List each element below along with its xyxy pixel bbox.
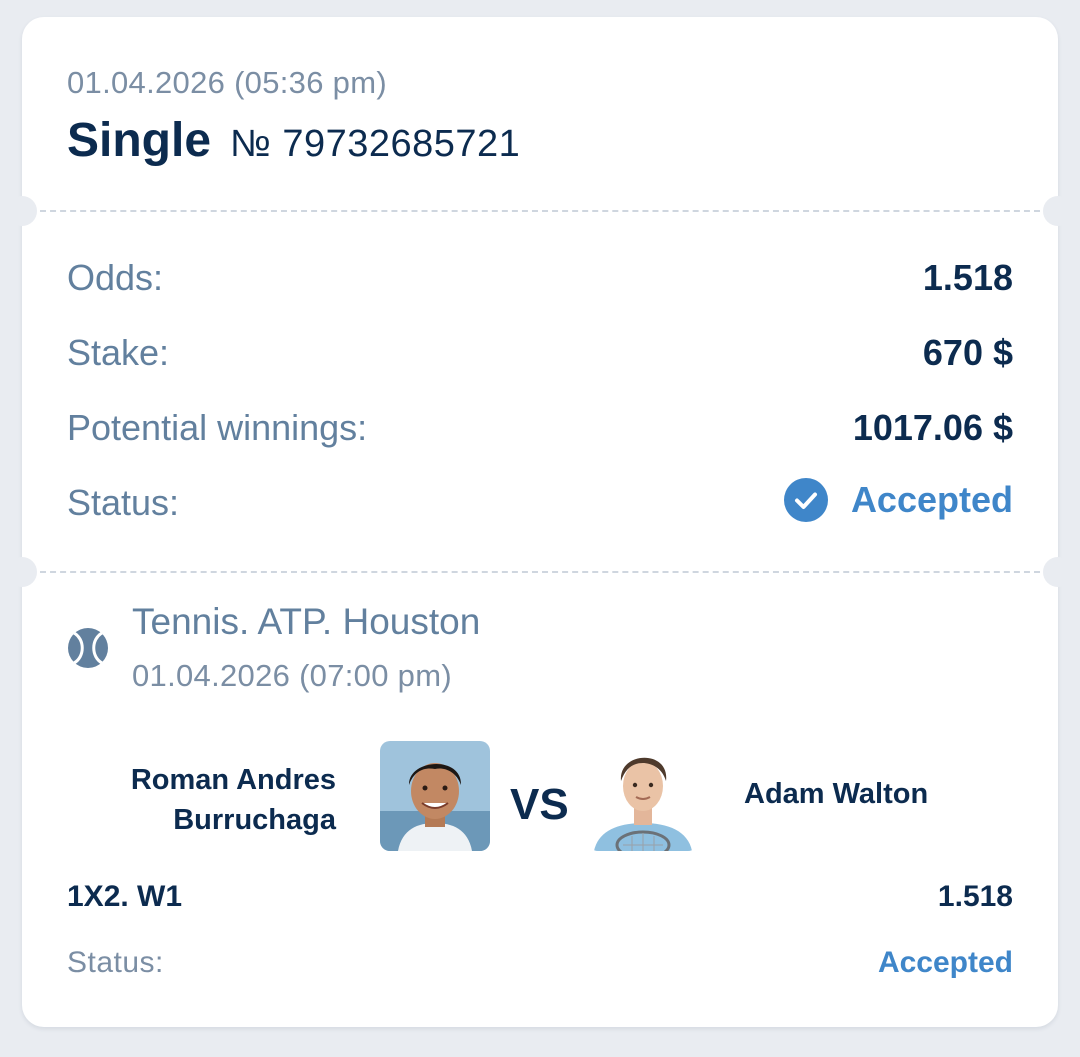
bet-datetime: 01.04.2026 (05:36 pm) — [67, 65, 387, 100]
bet-number: № 79732685721 — [230, 123, 521, 165]
status-indicator: Accepted — [783, 478, 1013, 522]
ticket-notch-left — [7, 557, 37, 587]
team1-name-line2: Burruchaga — [173, 804, 336, 836]
ticket-notch-right — [1043, 557, 1073, 587]
bet-type: Single — [67, 114, 212, 167]
perforation-divider — [40, 571, 1040, 573]
potential-winnings-label: Potential winnings: — [67, 407, 368, 448]
team2-name: Adam Walton — [744, 778, 929, 810]
selection-status-label: Status: — [67, 946, 164, 979]
odds-value: 1.518 — [922, 257, 1013, 298]
selection-market: 1X2. W1 — [67, 880, 183, 913]
status-value: Accepted — [850, 479, 1013, 520]
stake-value: 670 $ — [922, 332, 1013, 373]
status-label: Status: — [67, 482, 180, 523]
team2-avatar — [588, 741, 698, 851]
potential-winnings-value: 1017.06 $ — [852, 407, 1013, 448]
check-circle-icon — [783, 478, 828, 522]
tennis-ball-icon — [68, 628, 108, 668]
odds-label: Odds: — [67, 257, 164, 298]
stake-label: Stake: — [67, 332, 170, 373]
ticket-notch-left — [7, 196, 37, 226]
team1-name: Roman Andres Burruchaga — [131, 760, 336, 840]
bet-ticket-card: 01.04.2026 (05:36 pm) Single № 797326857… — [7, 17, 1073, 1027]
selection-status-value: Accepted — [877, 946, 1013, 979]
perforation-divider — [40, 210, 1040, 212]
selection-odds: 1.518 — [937, 880, 1013, 913]
team1-avatar — [380, 741, 490, 851]
ticket-notch-right — [1043, 196, 1073, 226]
event-title: Tennis. ATP. Houston — [132, 601, 481, 642]
event-datetime: 01.04.2026 (07:00 pm) — [132, 658, 452, 693]
versus-label: VS — [510, 780, 569, 829]
team1-name-line1: Roman Andres — [130, 764, 336, 796]
